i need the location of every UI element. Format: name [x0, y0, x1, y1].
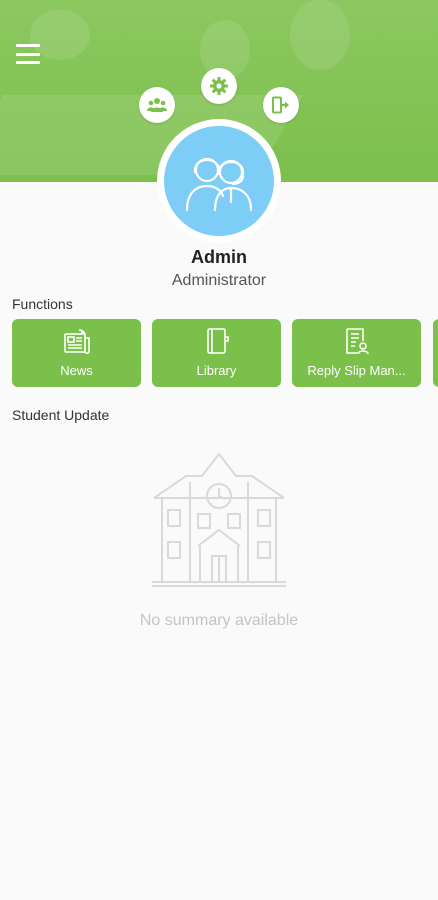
student-update-heading: Student Update	[12, 407, 110, 423]
school-building-icon	[150, 452, 288, 593]
book-icon	[206, 328, 229, 354]
function-card-partial[interactable]	[433, 319, 438, 387]
reply-slip-icon	[345, 328, 369, 355]
avatar-circle	[164, 126, 274, 236]
support-team-icon	[185, 157, 253, 212]
logout-icon	[272, 96, 289, 114]
function-reply-slip[interactable]: Reply Slip Man...	[292, 319, 421, 387]
logout-button[interactable]	[263, 87, 299, 123]
user-name: Admin	[191, 247, 247, 267]
functions-heading: Functions	[12, 296, 73, 312]
avatar[interactable]	[157, 119, 281, 243]
users-button[interactable]	[139, 87, 175, 123]
function-label: Reply Slip Man...	[307, 363, 406, 378]
user-role: Administrator	[171, 272, 267, 289]
bg-figure	[290, 0, 350, 70]
function-news[interactable]: News	[12, 319, 141, 387]
gear-icon	[210, 77, 228, 95]
functions-carousel[interactable]: News Library Reply Slip Man...	[12, 319, 438, 387]
newspaper-icon	[63, 329, 90, 354]
function-library[interactable]: Library	[152, 319, 281, 387]
empty-state-message: No summary available	[139, 612, 299, 629]
function-label: News	[60, 363, 93, 378]
settings-button[interactable]	[201, 68, 237, 104]
users-icon	[147, 98, 167, 112]
function-label: Library	[196, 363, 237, 378]
menu-icon[interactable]	[16, 44, 40, 64]
